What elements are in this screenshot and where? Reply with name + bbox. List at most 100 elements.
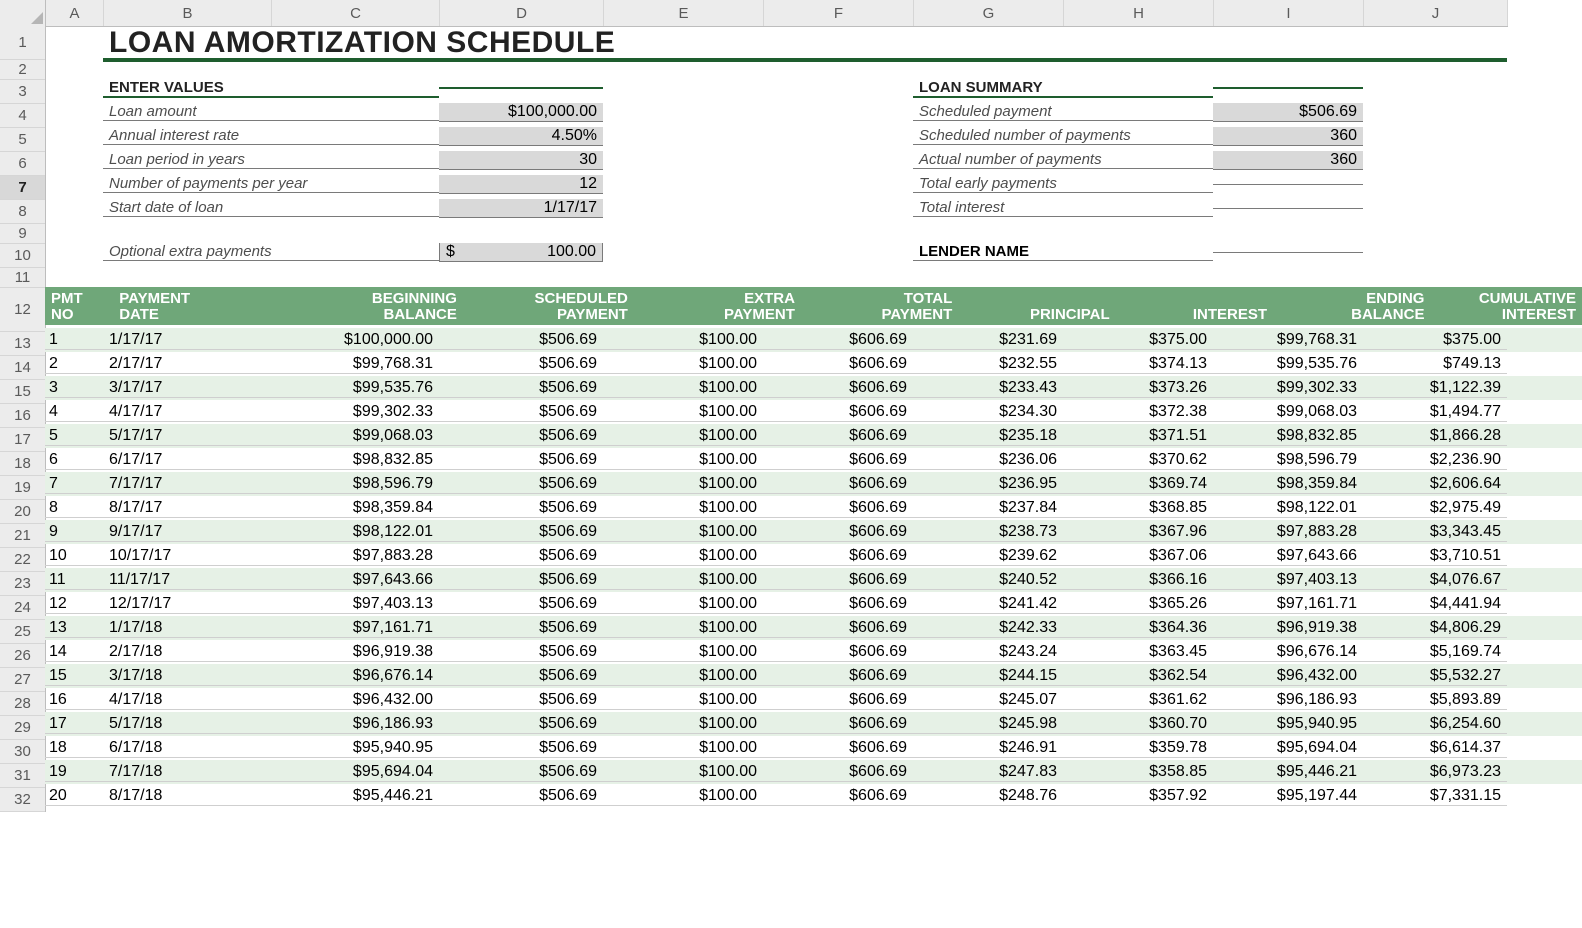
- cell[interactable]: $506.69: [439, 427, 603, 446]
- cell[interactable]: $100.00: [603, 547, 763, 566]
- column-header-A[interactable]: A: [46, 0, 104, 26]
- cell[interactable]: $506.69: [439, 643, 603, 662]
- row-header-18[interactable]: 18: [0, 452, 45, 476]
- cell[interactable]: $506.69: [439, 787, 603, 806]
- row-header-9[interactable]: 9: [0, 224, 45, 244]
- cell[interactable]: $97,161.71: [271, 619, 439, 638]
- row-header-15[interactable]: 15: [0, 380, 45, 404]
- cell[interactable]: 7: [45, 475, 103, 494]
- table-row[interactable]: 1010/17/17$97,883.28$506.69$100.00$606.6…: [45, 544, 1582, 568]
- cell[interactable]: $99,768.31: [1213, 331, 1363, 350]
- cell[interactable]: $1,122.39: [1363, 379, 1507, 398]
- cell[interactable]: $234.30: [913, 403, 1063, 422]
- cell[interactable]: 6/17/18: [103, 739, 271, 758]
- cell[interactable]: $366.16: [1063, 571, 1213, 590]
- column-header-E[interactable]: E: [604, 0, 764, 26]
- cell[interactable]: $100.00: [603, 643, 763, 662]
- cell[interactable]: $606.69: [763, 523, 913, 542]
- cell[interactable]: $506.69: [439, 739, 603, 758]
- cell[interactable]: $362.54: [1063, 667, 1213, 686]
- cell[interactable]: $232.55: [913, 355, 1063, 374]
- cell[interactable]: $231.69: [913, 331, 1063, 350]
- cell[interactable]: 12/17/17: [103, 595, 271, 614]
- cell[interactable]: $95,694.04: [1213, 739, 1363, 758]
- cell[interactable]: $100.00: [603, 595, 763, 614]
- row-header-27[interactable]: 27: [0, 668, 45, 692]
- cell[interactable]: $236.06: [913, 451, 1063, 470]
- cell[interactable]: 17: [45, 715, 103, 734]
- cell[interactable]: 6: [45, 451, 103, 470]
- column-header-F[interactable]: F: [764, 0, 914, 26]
- cell[interactable]: $6,973.23: [1363, 763, 1507, 782]
- cell[interactable]: $506.69: [439, 475, 603, 494]
- cell[interactable]: $100.00: [603, 379, 763, 398]
- cell[interactable]: $371.51: [1063, 427, 1213, 446]
- table-row[interactable]: 11/17/17$100,000.00$506.69$100.00$606.69…: [45, 328, 1582, 352]
- cell[interactable]: $370.62: [1063, 451, 1213, 470]
- cell[interactable]: $373.26: [1063, 379, 1213, 398]
- cell[interactable]: $248.76: [913, 787, 1063, 806]
- cell[interactable]: $606.69: [763, 619, 913, 638]
- row-header-13[interactable]: 13: [0, 332, 45, 356]
- cell[interactable]: $506.69: [439, 331, 603, 350]
- cell[interactable]: $100.00: [603, 715, 763, 734]
- column-header-J[interactable]: J: [1364, 0, 1508, 26]
- cell[interactable]: $360.70: [1063, 715, 1213, 734]
- cell[interactable]: $100.00: [603, 667, 763, 686]
- column-header-H[interactable]: H: [1064, 0, 1214, 26]
- row-header-28[interactable]: 28: [0, 692, 45, 716]
- row-header-30[interactable]: 30: [0, 740, 45, 764]
- cell[interactable]: $369.74: [1063, 475, 1213, 494]
- cell[interactable]: $375.00: [1063, 331, 1213, 350]
- cell[interactable]: $4,441.94: [1363, 595, 1507, 614]
- row-header-25[interactable]: 25: [0, 620, 45, 644]
- cell[interactable]: 10/17/17: [103, 547, 271, 566]
- cell[interactable]: 8/17/18: [103, 787, 271, 806]
- cell[interactable]: $506.69: [439, 715, 603, 734]
- cell[interactable]: $2,606.64: [1363, 475, 1507, 494]
- cell[interactable]: $5,169.74: [1363, 643, 1507, 662]
- table-row[interactable]: 99/17/17$98,122.01$506.69$100.00$606.69$…: [45, 520, 1582, 544]
- cell[interactable]: 3: [45, 379, 103, 398]
- cell[interactable]: $95,446.21: [271, 787, 439, 806]
- row-header-7[interactable]: 7: [0, 176, 45, 200]
- cell[interactable]: $97,403.13: [271, 595, 439, 614]
- cell[interactable]: $606.69: [763, 787, 913, 806]
- cell[interactable]: $100.00: [603, 787, 763, 806]
- col-header-interest[interactable]: CUMULATIVEINTEREST: [1430, 287, 1582, 325]
- cell[interactable]: $749.13: [1363, 355, 1507, 374]
- row-header-3[interactable]: 3: [0, 80, 45, 104]
- cell[interactable]: $100.00: [603, 499, 763, 518]
- cell[interactable]: 4/17/17: [103, 403, 271, 422]
- cell[interactable]: $606.69: [763, 739, 913, 758]
- row-header-8[interactable]: 8: [0, 200, 45, 224]
- cell[interactable]: $2,975.49: [1363, 499, 1507, 518]
- col-header-no[interactable]: PMTNO: [45, 287, 113, 325]
- row-header-19[interactable]: 19: [0, 476, 45, 500]
- cell[interactable]: 16: [45, 691, 103, 710]
- table-row[interactable]: 44/17/17$99,302.33$506.69$100.00$606.69$…: [45, 400, 1582, 424]
- cell[interactable]: $606.69: [763, 547, 913, 566]
- cell[interactable]: $242.33: [913, 619, 1063, 638]
- cell[interactable]: 5/17/18: [103, 715, 271, 734]
- cell[interactable]: $100.00: [603, 571, 763, 590]
- input-value[interactable]: 12: [439, 175, 603, 194]
- table-row[interactable]: 33/17/17$99,535.76$506.69$100.00$606.69$…: [45, 376, 1582, 400]
- cell[interactable]: $506.69: [439, 667, 603, 686]
- table-row[interactable]: 208/17/18$95,446.21$506.69$100.00$606.69…: [45, 784, 1582, 808]
- row-header-23[interactable]: 23: [0, 572, 45, 596]
- cell[interactable]: $246.91: [913, 739, 1063, 758]
- cell[interactable]: $95,940.95: [1213, 715, 1363, 734]
- cell[interactable]: 2/17/17: [103, 355, 271, 374]
- column-header-G[interactable]: G: [914, 0, 1064, 26]
- row-header-12[interactable]: 12: [0, 288, 45, 332]
- column-header-D[interactable]: D: [440, 0, 604, 26]
- cell[interactable]: $606.69: [763, 691, 913, 710]
- cell[interactable]: $97,643.66: [1213, 547, 1363, 566]
- cell[interactable]: $244.15: [913, 667, 1063, 686]
- cell[interactable]: 15: [45, 667, 103, 686]
- cell[interactable]: $506.69: [439, 763, 603, 782]
- cell[interactable]: $100.00: [603, 355, 763, 374]
- cell[interactable]: $506.69: [439, 691, 603, 710]
- cell[interactable]: $96,676.14: [271, 667, 439, 686]
